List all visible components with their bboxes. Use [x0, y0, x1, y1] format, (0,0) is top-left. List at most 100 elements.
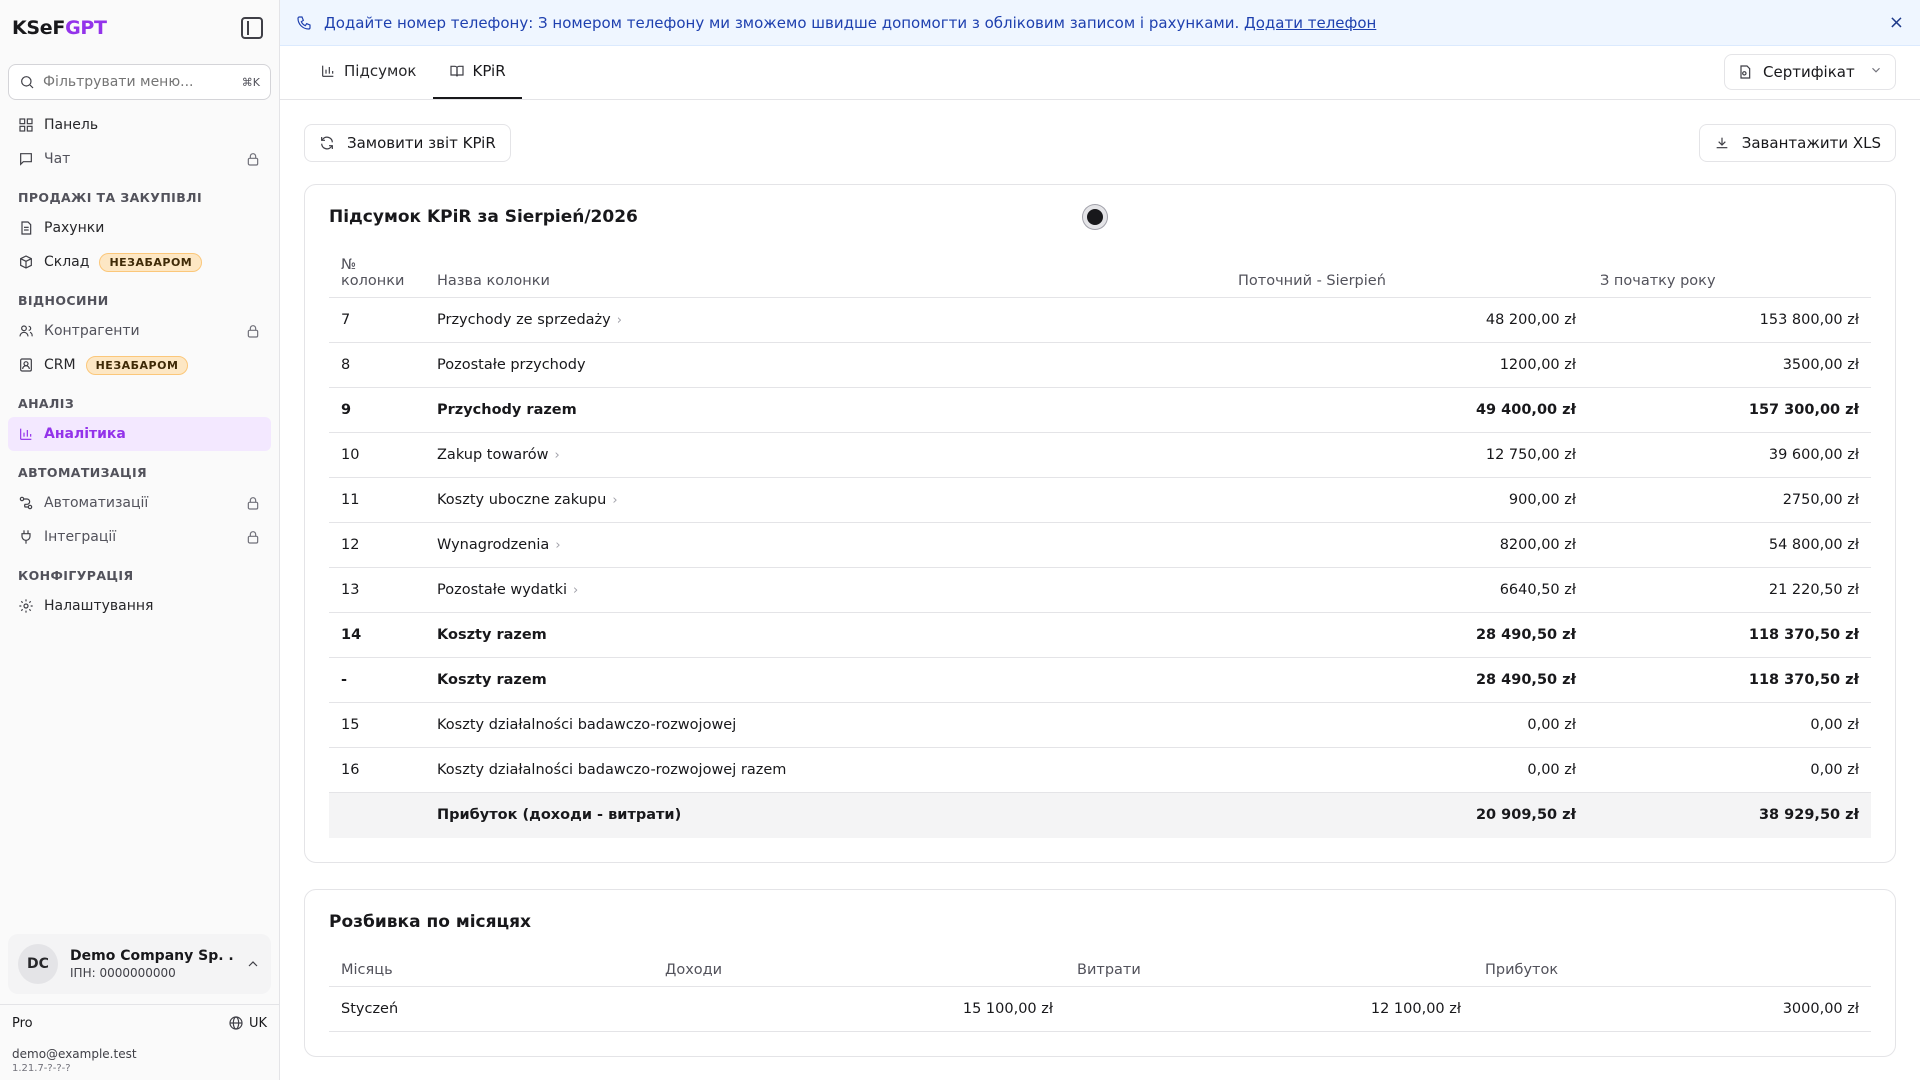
- row-current: 49 400,00 zł: [1226, 387, 1588, 433]
- row-no: 15: [329, 702, 425, 748]
- avatar: DC: [18, 944, 58, 984]
- row-current: 8200,00 zł: [1226, 522, 1588, 568]
- total-row: Прибуток (доходи - витрати) 20 909,50 zł 3…: [329, 792, 1871, 838]
- header-expenses: Витрати: [1065, 953, 1473, 987]
- summary-card: Підсумок KPiR за Sierpień/2026 № колонки…: [304, 184, 1896, 863]
- sidebar-section-title: АВТОМАТИЗАЦІЯ: [18, 465, 148, 480]
- book-icon: [449, 63, 465, 79]
- chevron-right-icon[interactable]: ›: [555, 538, 560, 553]
- chevron-right-icon[interactable]: ›: [612, 493, 617, 508]
- invoice-icon: [18, 220, 34, 236]
- row-ytd: 2750,00 zł: [1588, 477, 1871, 523]
- row-no: 12: [329, 522, 425, 568]
- sidebar-item-gear[interactable]: Налаштування: [8, 589, 271, 623]
- row-name-cell: Pozostałe przychody: [425, 342, 1226, 388]
- sidebar-item-label: Панель: [44, 117, 99, 133]
- sidebar-nav: Панель Чат ПРОДАЖІ ТА ЗАКУПІВЛІ Рахунки Скла…: [0, 108, 279, 623]
- order-report-button[interactable]: Замовити звіт KPiR: [304, 124, 511, 162]
- sidebar-search: ⌘K: [8, 64, 271, 100]
- sidebar-item-label: Налаштування: [44, 598, 154, 614]
- company-switcher[interactable]: DC Demo Company Sp. ... ІПН: 0000000000: [8, 934, 271, 994]
- row-no: 13: [329, 567, 425, 613]
- language-switcher[interactable]: UK: [228, 1015, 267, 1031]
- add-phone-link[interactable]: Додати телефон: [1244, 14, 1376, 32]
- app-root: KSeFGPT ⌘K Панель Чат ПРОДАЖІ ТА ЗАКУПІВЛІ…: [0, 0, 1920, 1080]
- summary-table: № колонки Назва колонки Поточний - Sierp…: [329, 249, 1871, 838]
- sidebar-item-label: CRM: [44, 357, 76, 373]
- cursor-indicator-icon: [1083, 205, 1107, 229]
- row-no: 8: [329, 342, 425, 388]
- sidebar-item-box[interactable]: Склад НЕЗАБАРОМ: [8, 245, 271, 279]
- download-xls-button[interactable]: Завантажити XLS: [1698, 124, 1896, 162]
- refresh-icon: [319, 135, 335, 151]
- sidebar-item-label: Склад: [44, 254, 90, 270]
- row-current: 28 490,50 zł: [1226, 657, 1588, 703]
- dashboard-icon: [18, 117, 34, 133]
- certificate-select[interactable]: Сертифікат: [1724, 54, 1896, 90]
- download-xls-label: Завантажити XLS: [1741, 134, 1881, 152]
- header-month: Місяць: [329, 953, 653, 987]
- sidebar-item-chat[interactable]: Чат: [8, 142, 271, 176]
- contact-icon: [18, 357, 34, 373]
- table-row[interactable]: 13 Pozostałe wydatki › 6640,50 zł 21 220,50 …: [329, 567, 1871, 613]
- table-row[interactable]: 12 Wynagrodzenia › 8200,00 zł 54 800,00 zł: [329, 522, 1871, 568]
- content: Замовити звіт KPiR Завантажити XLS Підсу…: [280, 100, 1920, 1080]
- app-logo[interactable]: KSeFGPT: [12, 17, 107, 39]
- table-row: 9 Przychody razem 49 400,00 zł 157 300,00 z…: [329, 387, 1871, 433]
- row-name-cell: Koszty razem: [425, 612, 1226, 658]
- sidebar-item-plug[interactable]: Інтеграції: [8, 520, 271, 554]
- row-name-cell: Przychody ze sprzedaży ›: [425, 297, 1226, 343]
- phone-icon: [296, 15, 312, 31]
- row-ytd: 118 370,50 zł: [1588, 612, 1871, 658]
- expenses-cell: 12 100,00 zł: [1065, 986, 1473, 1032]
- row-no: 16: [329, 747, 425, 793]
- row-name: Koszty działalności badawczo-rozwojowej …: [437, 762, 787, 778]
- table-row: 14 Koszty razem 28 490,50 zł 118 370,50 zł: [329, 612, 1871, 658]
- sidebar-item-invoice[interactable]: Рахунки: [8, 211, 271, 245]
- table-row: 8 Pozostałe przychody 1200,00 zł 3500,00 zł: [329, 342, 1871, 388]
- row-ytd: 3500,00 zł: [1588, 342, 1871, 388]
- sidebar-item-users[interactable]: Контрагенти: [8, 314, 271, 348]
- row-ytd: 21 220,50 zł: [1588, 567, 1871, 613]
- row-no: 10: [329, 432, 425, 478]
- coming-soon-badge: НЕЗАБАРОМ: [99, 252, 203, 272]
- user-email: demo@example.test: [12, 1047, 137, 1061]
- sidebar-item-dashboard[interactable]: Панель: [8, 108, 271, 142]
- app-version: 1.21.7-?-?-?: [12, 1063, 71, 1074]
- table-row[interactable]: 7 Przychody ze sprzedaży › 48 200,00 zł 153 …: [329, 297, 1871, 343]
- sidebar-item-chart[interactable]: Аналітика: [8, 417, 271, 451]
- row-name-cell: Przychody razem: [425, 387, 1226, 433]
- chevron-right-icon[interactable]: ›: [573, 583, 578, 598]
- coming-soon-badge: НЕЗАБАРОМ: [85, 355, 189, 375]
- main-area: Додайте номер телефону: З номером телефо…: [280, 0, 1920, 1080]
- sidebar-toggle-icon[interactable]: [241, 17, 263, 39]
- sidebar: KSeFGPT ⌘K Панель Чат ПРОДАЖІ ТА ЗАКУПІВЛІ…: [0, 0, 280, 1080]
- row-ytd: 153 800,00 zł: [1588, 297, 1871, 343]
- language-label: UK: [248, 1015, 267, 1031]
- sidebar-item-label: Автоматизації: [44, 495, 149, 511]
- tab-summary-label: Підсумок: [344, 62, 417, 80]
- table-row[interactable]: 10 Zakup towarów › 12 750,00 zł 39 600,00 zł: [329, 432, 1871, 478]
- table-row: 16 Koszty działalności badawczo-rozwojowe…: [329, 747, 1871, 793]
- chevron-right-icon[interactable]: ›: [554, 448, 559, 463]
- tab-kpir[interactable]: KPiR: [432, 45, 522, 99]
- tabs-bar: Підсумок KPiR Сертифікат: [280, 46, 1920, 100]
- row-name: Przychody ze sprzedaży: [437, 312, 611, 328]
- row-name-cell: Koszty razem: [425, 657, 1226, 703]
- sidebar-item-contact[interactable]: CRM НЕЗАБАРОМ: [8, 348, 271, 382]
- row-current: 6640,50 zł: [1226, 567, 1588, 613]
- close-icon[interactable]: ×: [1889, 12, 1904, 33]
- summary-header-row: № колонки Назва колонки Поточний - Sierp…: [329, 249, 1871, 298]
- row-ytd: 54 800,00 zł: [1588, 522, 1871, 568]
- row-current: 0,00 zł: [1226, 702, 1588, 748]
- chevron-right-icon[interactable]: ›: [617, 313, 622, 328]
- search-input[interactable]: [43, 74, 234, 90]
- table-row[interactable]: 11 Koszty uboczne zakupu › 900,00 zł 2750,00…: [329, 477, 1871, 523]
- sidebar-item-label: Контрагенти: [44, 323, 140, 339]
- sidebar-item-workflow[interactable]: Автоматизації: [8, 486, 271, 520]
- monthly-title: Розбивка по місяцях: [329, 911, 532, 932]
- row-name-cell: Koszty działalności badawczo-rozwojowej …: [425, 747, 1226, 793]
- row-name: Pozostałe wydatki: [437, 582, 567, 598]
- sidebar-section-title: КОНФІГУРАЦІЯ: [18, 568, 134, 583]
- tab-summary[interactable]: Підсумок: [304, 45, 433, 99]
